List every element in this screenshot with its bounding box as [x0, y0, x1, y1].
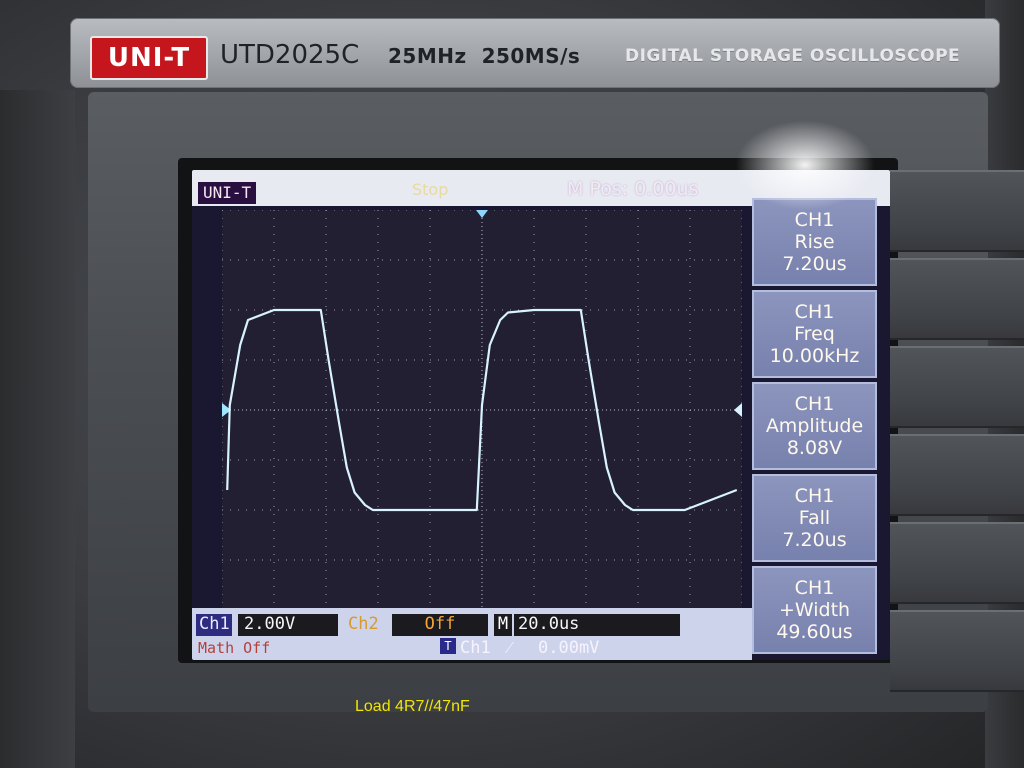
brand-plate: UNI-T UTD2025C 25MHz 250MS/s DIGITAL STO…	[70, 18, 1000, 88]
timebase-label: M	[494, 614, 512, 636]
softkey-4[interactable]	[890, 434, 1024, 516]
math-status: Math Off	[198, 639, 271, 657]
lcd-screen: UNI-T Stop M Pos: 0.00us CH1 Rise 7.20us…	[192, 170, 890, 660]
bandwidth: 25MHz	[388, 44, 467, 68]
menu-item-value: 8.08V	[786, 437, 843, 459]
spec-text: 25MHz 250MS/s	[388, 44, 580, 68]
menu-item-freq[interactable]: CH1 Freq 10.00kHz	[752, 290, 877, 378]
menu-item-title: CH1	[794, 393, 835, 415]
brand-logo: UNI-T	[90, 36, 208, 80]
model-name: UTD2025C	[220, 40, 360, 70]
menu-item-value: 7.20us	[782, 253, 847, 275]
menu-item-title: CH1	[794, 485, 835, 507]
timebase-value: 20.0us	[514, 614, 680, 636]
ch2-state: Off	[392, 614, 488, 636]
waveform-svg	[221, 209, 743, 611]
trigger-position-marker	[476, 210, 488, 218]
menu-item-fall[interactable]: CH1 Fall 7.20us	[752, 474, 877, 562]
measure-menu: CH1 Rise 7.20us CH1 Freq 10.00kHz CH1 Am…	[752, 198, 885, 658]
horizontal-position: M Pos: 0.00us	[567, 178, 699, 200]
menu-item-title: CH1	[794, 577, 835, 599]
caption: Load 4R7//47nF	[355, 698, 470, 715]
menu-item-rise[interactable]: CH1 Rise 7.20us	[752, 198, 877, 286]
menu-item-title: CH1	[794, 209, 835, 231]
menu-item-amplitude[interactable]: CH1 Amplitude 8.08V	[752, 382, 877, 470]
trigger-level-marker	[734, 403, 742, 417]
device-description: DIGITAL STORAGE OSCILLOSCOPE	[625, 46, 961, 66]
sample-rate: 250MS/s	[481, 44, 581, 68]
waveform-display	[221, 209, 743, 611]
oscilloscope-body: UNI-T UTD2025C 25MHz 250MS/s DIGITAL STO…	[0, 0, 1024, 768]
rising-edge-icon: ⁄	[508, 638, 511, 658]
screen-badge: UNI-T	[198, 182, 257, 204]
menu-item-title: CH1	[794, 301, 835, 323]
menu-item-pos-width[interactable]: CH1 +Width 49.60us	[752, 566, 877, 654]
softkey-2[interactable]	[890, 258, 1024, 340]
softkey-3[interactable]	[890, 346, 1024, 428]
trigger-source: Ch1	[460, 638, 491, 658]
bottom-status-bar: Ch1 2.00V Ch2 Off M 20.0us Math Off T Ch…	[192, 608, 752, 660]
menu-item-name: Rise	[794, 231, 835, 253]
trigger-icon: T	[440, 638, 456, 654]
menu-item-value: 49.60us	[776, 621, 853, 643]
menu-item-name: +Width	[778, 599, 851, 621]
ch2-label[interactable]: Ch2	[344, 614, 388, 636]
softkey-6[interactable]	[890, 610, 1024, 692]
ch1-waveform-trace	[226, 308, 738, 512]
menu-item-value: 10.00kHz	[769, 345, 860, 367]
menu-item-name: Fall	[798, 507, 831, 529]
trigger-level: 0.00mV	[538, 638, 600, 658]
menu-item-name: Freq	[794, 323, 835, 345]
ch1-label[interactable]: Ch1	[196, 614, 232, 636]
ch1-scale: 2.00V	[238, 614, 338, 636]
left-panel	[0, 90, 75, 768]
menu-item-value: 7.20us	[782, 529, 847, 551]
run-state: Stop	[412, 180, 449, 199]
menu-item-name: Amplitude	[765, 415, 864, 437]
softkey-5[interactable]	[890, 522, 1024, 604]
softkey-1[interactable]	[890, 170, 1024, 252]
